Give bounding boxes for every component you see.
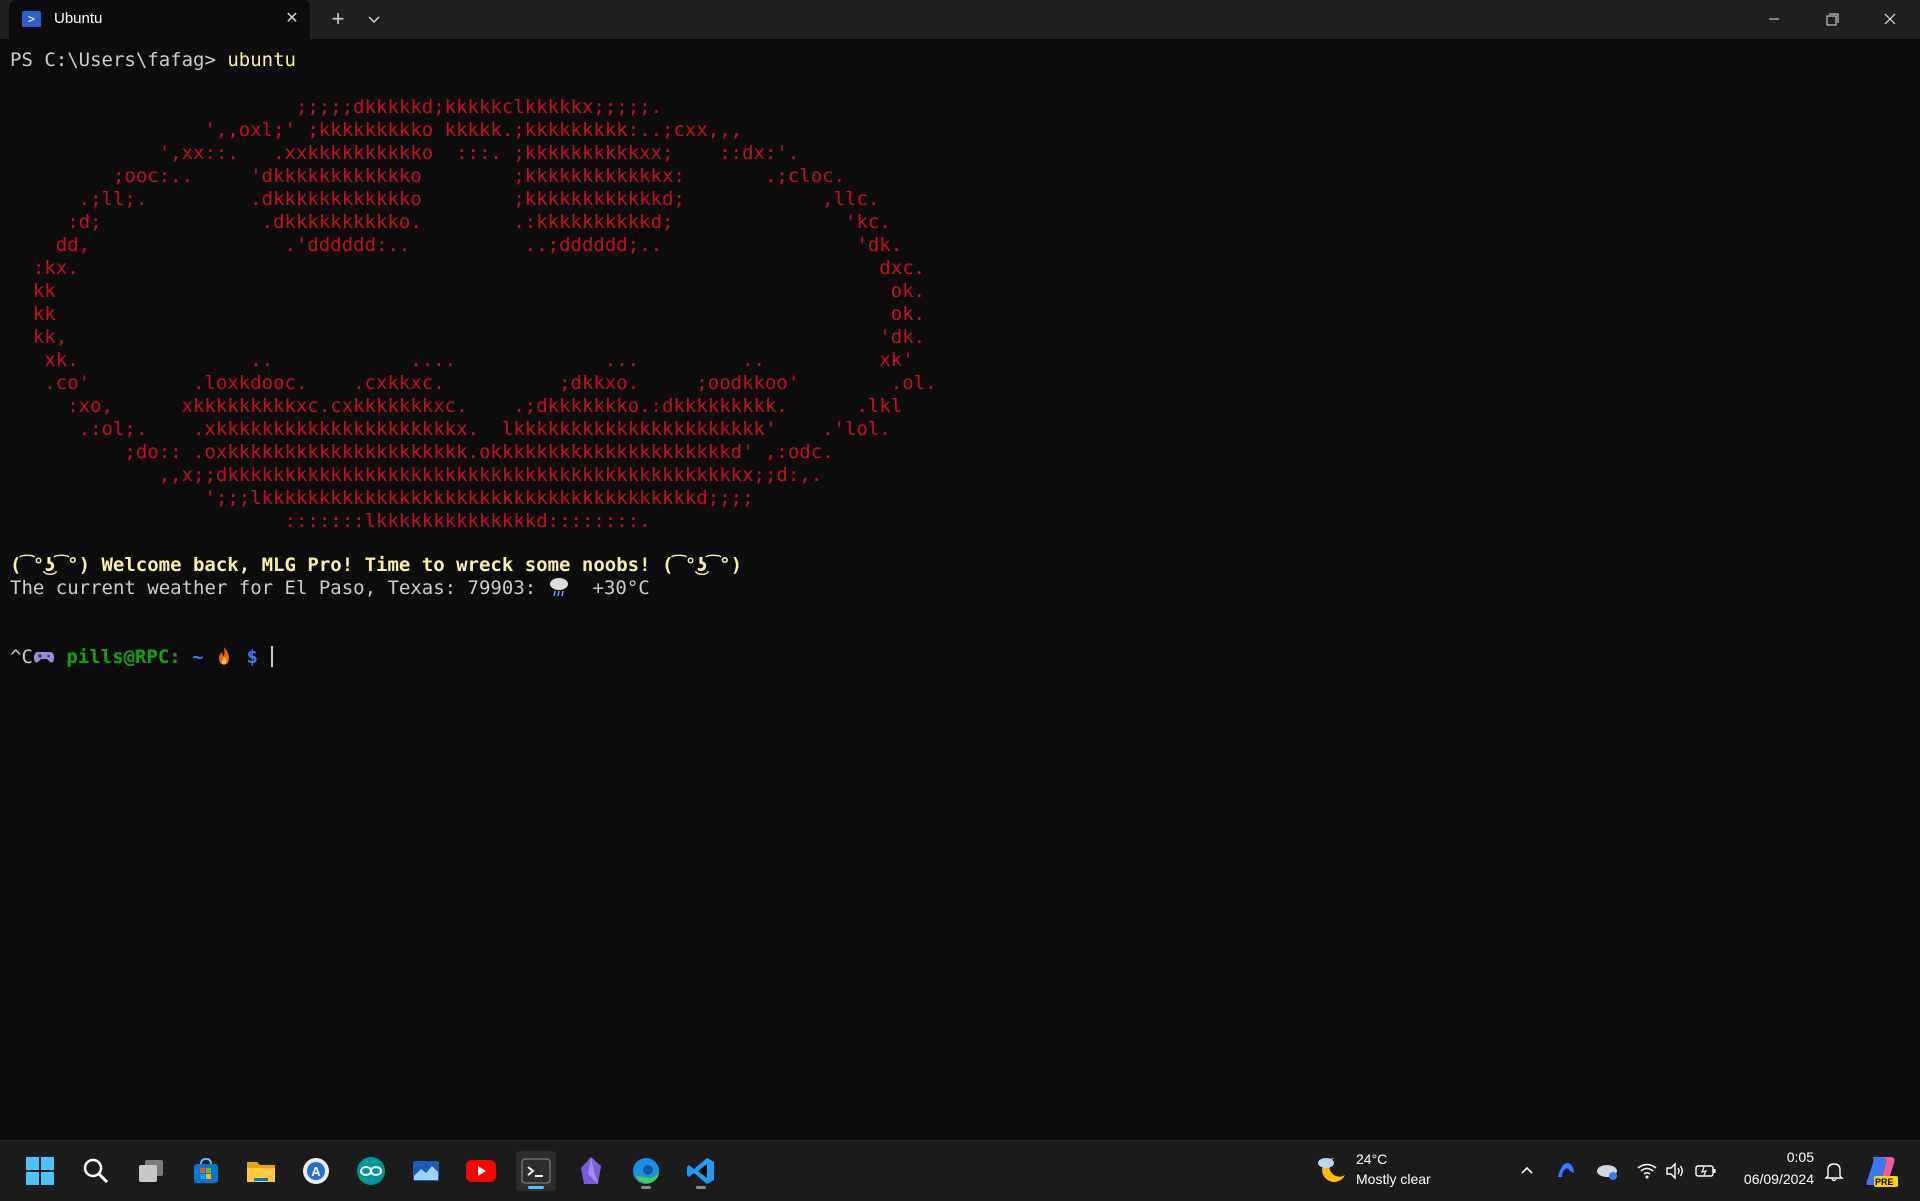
youtube[interactable]: [461, 1151, 501, 1191]
task-view-icon: [139, 1160, 163, 1182]
windows-logo-icon: [26, 1157, 54, 1185]
search-button[interactable]: [76, 1151, 116, 1191]
weather-line: The current weather for El Paso, Texas: …: [10, 577, 650, 603]
minimize-icon: [1769, 18, 1779, 20]
copilot-preview-badge: PRE: [1875, 1177, 1894, 1187]
clock-date[interactable]: 06/09/2024: [1700, 1171, 1814, 1187]
task-view-button[interactable]: [131, 1151, 171, 1191]
bell-icon: [1824, 1163, 1844, 1182]
app-tray-icon: [1558, 1163, 1574, 1177]
obsidian[interactable]: [571, 1151, 611, 1191]
start-button[interactable]: [20, 1151, 60, 1191]
youtube-icon: [466, 1160, 496, 1182]
ps-command: ubuntu: [227, 49, 296, 71]
arduino-ide[interactable]: [351, 1151, 391, 1191]
tray-app[interactable]: [1553, 1157, 1579, 1185]
svg-text:A: A: [311, 1164, 321, 1179]
obsidian-icon: [581, 1157, 601, 1184]
powershell-prompt-line: PS C:\Users\fafag> ubuntu: [10, 49, 296, 72]
shell-prompt-line: ^C pills@RPC: ~ $: [10, 646, 274, 672]
active-app-indicator: [528, 1186, 544, 1189]
ps-prompt: PS C:\Users\fafag>: [10, 49, 228, 71]
microsoft-store[interactable]: [186, 1151, 226, 1191]
windows-terminal[interactable]: [516, 1151, 556, 1191]
tab-title: Ubuntu: [54, 10, 103, 27]
volume-tray[interactable]: [1662, 1157, 1688, 1185]
tab-close-button[interactable]: ✕: [279, 6, 305, 32]
arduino-icon: [357, 1157, 385, 1185]
microsoft-edge[interactable]: [626, 1151, 666, 1191]
prompt-symbol: $: [235, 646, 270, 668]
app-a[interactable]: A: [296, 1151, 336, 1191]
running-app-indicator: [641, 1186, 651, 1189]
terminal-pane[interactable]: PS C:\Users\fafag> ubuntu ;;;;;dkkkkkd;k…: [0, 39, 1920, 1140]
fire-icon: [215, 646, 235, 672]
show-hidden-icons-button[interactable]: [1514, 1157, 1540, 1185]
file-explorer[interactable]: [241, 1151, 281, 1191]
minimize-button[interactable]: [1745, 0, 1803, 39]
tab-ubuntu[interactable]: > Ubuntu ✕: [9, 0, 310, 39]
weather-temperature: 24°C: [1356, 1151, 1388, 1167]
moon-cloud-icon: [1318, 1158, 1345, 1182]
title-bar: > Ubuntu ✕ +: [0, 0, 1920, 39]
folder-icon: [247, 1162, 275, 1182]
new-tab-button[interactable]: +: [324, 5, 352, 33]
weather-widget[interactable]: 24°C Mostly clear: [1312, 1149, 1482, 1193]
current-dir: ~: [180, 646, 216, 668]
cloud-rain-icon: [548, 577, 570, 603]
ubuntu-ascii-art: ;;;;;dkkkkkd;kkkkkclkkkkkx;;;;;. ',,oxl;…: [32, 96, 937, 532]
wifi-icon: [1637, 1163, 1657, 1179]
weather-text: The current weather for El Paso, Texas: …: [10, 577, 548, 599]
close-icon: [1884, 13, 1896, 25]
clock-time[interactable]: 0:05: [1700, 1149, 1814, 1165]
user-host: pills@RPC:: [54, 646, 181, 668]
welcome-message: (͡°͜ʖ͡°) Welcome back, MLG Pro! Time to …: [10, 554, 743, 576]
running-app-indicator: [696, 1186, 706, 1189]
mail-app[interactable]: [406, 1151, 446, 1191]
a-logo-icon: A: [303, 1158, 329, 1184]
network-tray[interactable]: [1634, 1157, 1660, 1185]
terminal-icon: [521, 1158, 551, 1184]
onedrive-tray[interactable]: [1594, 1157, 1620, 1185]
onedrive-icon: [1597, 1165, 1617, 1180]
edge-icon: [633, 1158, 659, 1184]
taskbar: A 24°C Mostly clear 0:05 06/09/2024 PRE: [0, 1140, 1920, 1201]
text-cursor: [271, 646, 274, 667]
weather-temp: +30°C: [569, 577, 650, 599]
terminal-powershell-icon: >: [22, 11, 41, 27]
mail-icon: [413, 1161, 439, 1181]
gamepad-icon: [33, 648, 55, 672]
close-button[interactable]: [1861, 0, 1919, 39]
tab-dropdown-button[interactable]: [360, 5, 388, 33]
weather-condition: Mostly clear: [1356, 1171, 1431, 1187]
vscode-icon: [687, 1158, 714, 1184]
chevron-down-icon: [368, 16, 380, 24]
restore-button[interactable]: [1803, 0, 1861, 39]
copilot-button[interactable]: PRE: [1864, 1153, 1898, 1189]
notifications-button[interactable]: [1821, 1157, 1847, 1185]
interrupt-text: ^C: [10, 646, 33, 668]
chevron-up-icon: [1521, 1166, 1533, 1174]
restore-icon: [1826, 13, 1839, 26]
store-icon: [194, 1157, 218, 1183]
search-icon: [83, 1158, 109, 1184]
volume-icon: [1666, 1162, 1683, 1180]
vs-code[interactable]: [681, 1151, 721, 1191]
